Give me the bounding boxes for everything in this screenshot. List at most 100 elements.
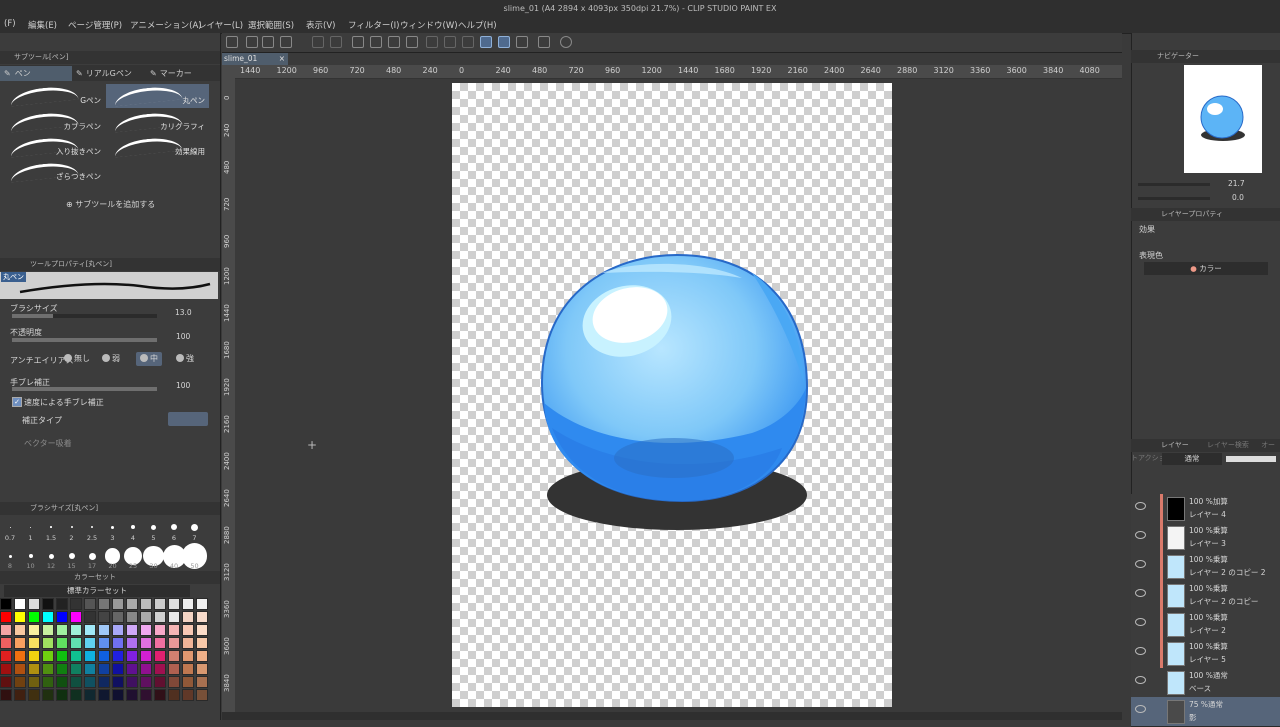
color-swatch[interactable] <box>112 637 124 649</box>
blend-mode-select[interactable]: 通常 <box>1162 453 1222 465</box>
document-tab[interactable]: slime_01 × <box>222 53 288 65</box>
brush-calligraphy[interactable]: カリグラフィ <box>106 110 209 134</box>
color-swatch[interactable] <box>42 598 54 610</box>
menu-layer[interactable]: レイヤー(L) <box>198 19 243 31</box>
layer-row[interactable]: 100 %乗算 レイヤー 2 のコピー <box>1131 581 1280 611</box>
color-swatch[interactable] <box>196 598 208 610</box>
brush-effect-line[interactable]: 効果線用 <box>106 135 209 159</box>
brush-size-dot[interactable] <box>131 525 135 529</box>
clear-icon[interactable] <box>352 36 364 48</box>
add-subtool-button[interactable]: ⊕ サブツールを追加する <box>66 199 155 210</box>
color-swatch[interactable] <box>168 624 180 636</box>
color-swatch[interactable] <box>84 689 96 701</box>
color-swatch[interactable] <box>70 637 82 649</box>
snap-special-icon[interactable] <box>516 36 528 48</box>
color-swatch[interactable] <box>0 598 12 610</box>
color-swatch[interactable] <box>168 598 180 610</box>
brush-size-dot[interactable] <box>48 553 54 559</box>
color-swatch[interactable] <box>140 637 152 649</box>
color-swatch[interactable] <box>112 663 124 675</box>
save-icon[interactable] <box>280 36 292 48</box>
color-swatch[interactable] <box>140 624 152 636</box>
color-swatch[interactable] <box>154 663 166 675</box>
color-swatch[interactable] <box>182 689 194 701</box>
color-swatch[interactable] <box>98 611 110 623</box>
color-swatch[interactable] <box>84 598 96 610</box>
eye-icon[interactable] <box>1135 502 1146 510</box>
color-swatch[interactable] <box>56 676 68 688</box>
color-swatch[interactable] <box>28 663 40 675</box>
help-icon[interactable] <box>560 36 572 48</box>
color-swatch[interactable] <box>154 676 166 688</box>
ruler-toggle-icon[interactable] <box>538 36 550 48</box>
color-swatch[interactable] <box>14 650 26 662</box>
brush-size-dot[interactable] <box>50 526 52 528</box>
colorset-select[interactable]: 標準カラーセット <box>4 585 190 597</box>
color-swatch[interactable] <box>0 650 12 662</box>
color-swatch[interactable] <box>0 637 12 649</box>
color-swatch[interactable] <box>196 676 208 688</box>
color-swatch[interactable] <box>182 676 194 688</box>
eye-icon[interactable] <box>1135 647 1146 655</box>
color-swatch[interactable] <box>154 624 166 636</box>
brush-size-dot[interactable] <box>28 554 33 558</box>
color-swatch[interactable] <box>84 611 96 623</box>
color-swatch[interactable] <box>56 650 68 662</box>
color-swatch[interactable] <box>154 689 166 701</box>
tab-real-gpen[interactable]: ✎ リアルGペン <box>76 66 132 81</box>
brush-size-dot[interactable] <box>171 524 177 530</box>
close-icon[interactable]: × <box>279 53 288 65</box>
color-swatch[interactable] <box>70 663 82 675</box>
color-swatch[interactable] <box>0 611 12 623</box>
color-swatch[interactable] <box>112 624 124 636</box>
color-swatch[interactable] <box>196 663 208 675</box>
color-swatch[interactable] <box>168 663 180 675</box>
color-swatch[interactable] <box>42 611 54 623</box>
color-swatch[interactable] <box>126 650 138 662</box>
color-swatch[interactable] <box>140 689 152 701</box>
open-folder-icon[interactable] <box>262 36 274 48</box>
menu-page[interactable]: ページ管理(P) <box>68 19 122 31</box>
color-swatch[interactable] <box>0 663 12 675</box>
angle-slider[interactable] <box>1138 197 1210 200</box>
color-swatch[interactable] <box>98 689 110 701</box>
color-swatch[interactable] <box>0 676 12 688</box>
eye-icon[interactable] <box>1135 618 1146 626</box>
brush-size-dot[interactable] <box>90 525 94 529</box>
aa-weak[interactable]: 弱 <box>98 352 124 366</box>
brush-irinuki-pen[interactable]: 入り抜きペン <box>2 135 105 159</box>
color-swatch[interactable] <box>196 689 208 701</box>
color-swatch[interactable] <box>182 611 194 623</box>
color-swatch[interactable] <box>84 650 96 662</box>
menu-filter[interactable]: フィルター(I) <box>348 19 399 31</box>
brush-size-dot[interactable] <box>111 525 114 529</box>
color-swatch[interactable] <box>42 650 54 662</box>
color-swatch[interactable] <box>28 689 40 701</box>
layer-row[interactable]: 100 %乗算 レイヤー 2 <box>1131 610 1280 640</box>
color-swatch[interactable] <box>182 637 194 649</box>
color-swatch[interactable] <box>28 650 40 662</box>
color-swatch[interactable] <box>56 598 68 610</box>
snap-grid-icon[interactable] <box>498 36 510 48</box>
color-swatch[interactable] <box>126 637 138 649</box>
menu-selection[interactable]: 選択範囲(S) <box>248 19 294 31</box>
menu-help[interactable]: ヘルプ(H) <box>458 19 497 31</box>
color-swatch[interactable] <box>84 637 96 649</box>
color-swatch[interactable] <box>56 689 68 701</box>
brush-size-dot[interactable] <box>8 554 12 558</box>
color-swatch[interactable] <box>154 650 166 662</box>
color-swatch[interactable] <box>196 650 208 662</box>
fill-icon[interactable] <box>370 36 382 48</box>
color-swatch[interactable] <box>98 676 110 688</box>
color-swatch[interactable] <box>0 689 12 701</box>
brush-size-dot[interactable] <box>9 526 11 528</box>
color-swatch[interactable] <box>42 663 54 675</box>
invert-selection-icon[interactable] <box>462 36 474 48</box>
color-swatch[interactable] <box>126 611 138 623</box>
brush-size-dot[interactable] <box>88 552 96 560</box>
color-swatch[interactable] <box>14 676 26 688</box>
color-swatch[interactable] <box>98 637 110 649</box>
color-swatch[interactable] <box>0 624 12 636</box>
color-swatch[interactable] <box>182 598 194 610</box>
color-swatch[interactable] <box>14 624 26 636</box>
